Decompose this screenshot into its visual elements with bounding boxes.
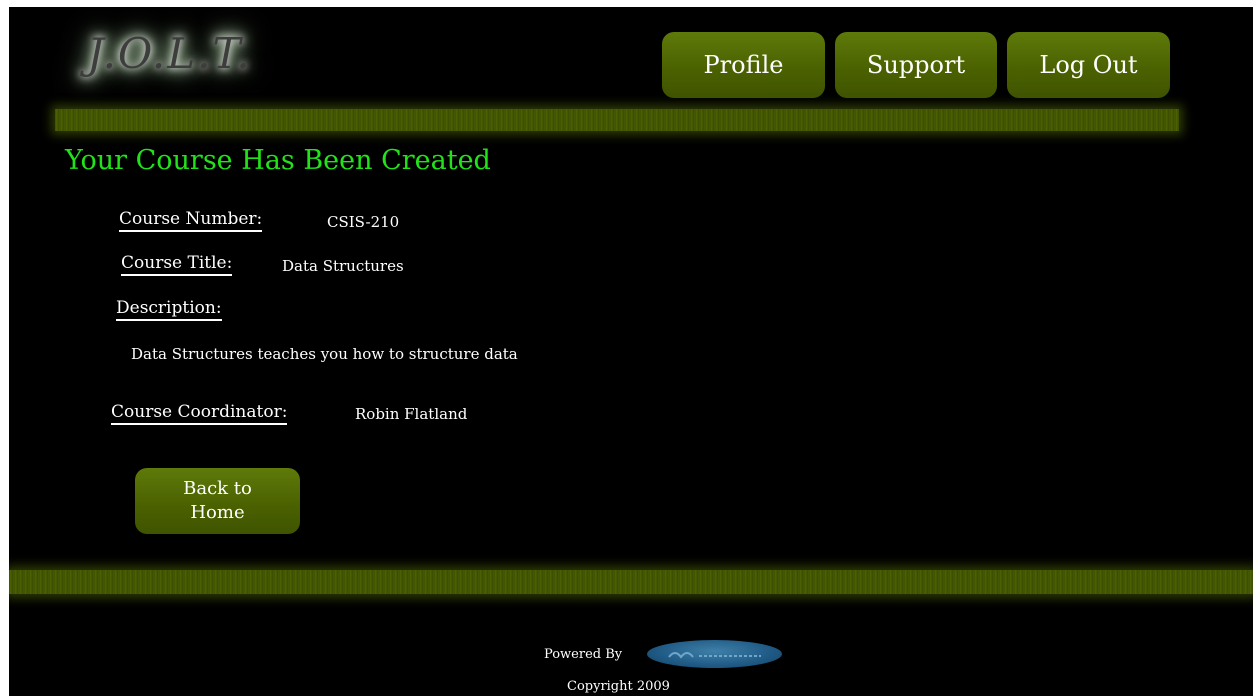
app-frame: J.O.L.T. Profile Support Log Out Your Co… bbox=[9, 7, 1253, 696]
course-number-label: Course Number: bbox=[119, 209, 263, 232]
jolt-logo[interactable]: J.O.L.T. bbox=[87, 29, 252, 78]
course-title-label: Course Title: bbox=[121, 253, 233, 276]
copyright-text: Copyright 2009 bbox=[567, 679, 670, 694]
header-divider-bar bbox=[55, 109, 1179, 131]
footer-divider-bar bbox=[9, 570, 1253, 594]
back-to-home-button[interactable]: Back to Home bbox=[135, 468, 300, 534]
page-title: Your Course Has Been Created bbox=[65, 145, 491, 176]
logout-button[interactable]: Log Out bbox=[1007, 32, 1170, 98]
description-value: Data Structures teaches you how to struc… bbox=[131, 345, 518, 363]
course-coordinator-label: Course Coordinator: bbox=[111, 402, 288, 425]
course-coordinator-value: Robin Flatland bbox=[355, 405, 468, 423]
sponsor-logo-graphic bbox=[667, 652, 761, 659]
sponsor-logo-icon[interactable] bbox=[647, 640, 782, 668]
support-button[interactable]: Support bbox=[835, 32, 997, 98]
course-title-value: Data Structures bbox=[282, 257, 404, 275]
course-number-value: CSIS-210 bbox=[327, 213, 400, 231]
description-label: Description: bbox=[116, 298, 222, 321]
profile-button[interactable]: Profile bbox=[662, 32, 825, 98]
powered-by-text: Powered By bbox=[544, 647, 623, 662]
